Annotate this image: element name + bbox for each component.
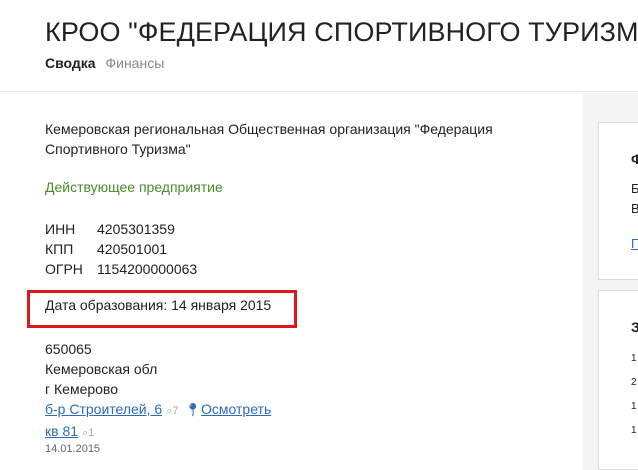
card2-row: 1: [631, 353, 637, 364]
street-link[interactable]: б-р Строителей, 6: [45, 401, 162, 417]
card1-link[interactable]: П: [631, 236, 638, 251]
tab-bar: Сводка Финансы: [45, 55, 164, 71]
status-label: Действующее предприятие: [45, 179, 223, 195]
card1-line2: В: [631, 201, 638, 216]
map-pin-icon: 📍︎: [184, 402, 202, 417]
sidebar-card-2: З 1 2 1 1: [598, 290, 638, 470]
card1-heading: Ф: [631, 151, 638, 167]
ogrn-label: ОГРН: [45, 261, 83, 277]
apartment-line: кв 81 ⌕1: [45, 421, 271, 443]
apartment-link[interactable]: кв 81: [45, 423, 78, 439]
view-map-link[interactable]: Осмотреть: [201, 401, 271, 417]
inn-label: ИНН: [45, 221, 76, 237]
postal-code: 650065: [45, 341, 92, 357]
codes-list: ИНН 4205301359 КПП 420501001 ОГРН 115420…: [45, 219, 197, 279]
card2-heading: З: [631, 319, 638, 335]
inn-value: 4205301359: [97, 221, 175, 237]
page-title: КРОО "ФЕДЕРАЦИЯ СПОРТИВНОГО ТУРИЗМА": [45, 17, 638, 47]
kpp-value: 420501001: [97, 241, 168, 257]
ogrn-value: 1154200000063: [97, 261, 198, 277]
region: Кемеровская обл: [45, 361, 158, 377]
tab-summary[interactable]: Сводка: [45, 55, 96, 71]
city: г Кемерово: [45, 381, 118, 397]
organization-full-name: Кемеровская региональная Общественная ор…: [45, 121, 493, 157]
kpp-label: КПП: [45, 241, 74, 257]
code-row-inn: ИНН 4205301359: [45, 219, 197, 239]
street-line: б-р Строителей, 6 ⌕7 📍︎Осмотреть: [45, 399, 271, 421]
registration-date: Дата образования: 14 января 2015: [45, 297, 272, 313]
street-count: 7: [172, 405, 179, 417]
street-search-meta[interactable]: ⌕7: [166, 405, 178, 417]
address-date: 14.01.2015: [45, 443, 101, 455]
page-header: КРОО "ФЕДЕРАЦИЯ СПОРТИВНОГО ТУРИЗМА" Сво…: [0, 0, 638, 92]
apartment-count: 1: [88, 427, 95, 439]
card1-line1: Б: [631, 181, 638, 196]
card2-row: 1: [631, 401, 637, 412]
address-block: 650065 Кемеровская обл г Кемерово б-р Ст…: [45, 339, 271, 443]
sidebar-card-1: Ф Б В П: [598, 122, 638, 280]
apartment-search-meta[interactable]: ⌕1: [82, 427, 94, 439]
code-row-kpp: КПП 420501001: [45, 239, 197, 259]
code-row-ogrn: ОГРН 1154200000063: [45, 259, 197, 279]
tab-finance[interactable]: Финансы: [105, 55, 164, 71]
card2-row: 1: [631, 425, 637, 436]
card2-row: 2: [631, 377, 637, 388]
